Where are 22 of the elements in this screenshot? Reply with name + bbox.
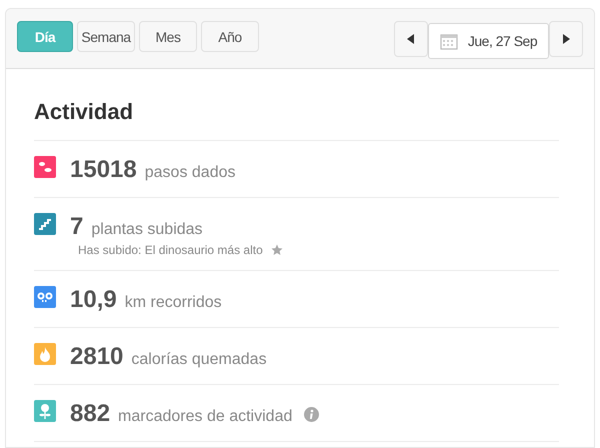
period-tab[interactable]: Semana <box>77 21 135 52</box>
stat-value: 7 <box>70 213 84 241</box>
period-tab[interactable]: Año <box>201 21 259 52</box>
stat-label: calorías quemadas <box>131 350 267 368</box>
achievement-text: Has subido: El dinosaurio más alto <box>78 243 263 257</box>
stat-value: 15018 <box>70 156 137 184</box>
stat-label: marcadores de actividad <box>118 408 292 426</box>
stat-value: 10,9 <box>70 286 117 314</box>
stat-label: pasos dados <box>144 164 236 182</box>
left-arrow-icon <box>407 34 415 44</box>
calendar-icon <box>440 32 458 50</box>
star-icon <box>270 244 283 256</box>
right-arrow-icon <box>562 34 570 44</box>
period-tab[interactable]: Mes <box>139 21 197 52</box>
stat-label: plantas subidas <box>91 220 203 238</box>
stat-value: 882 <box>70 400 110 428</box>
stat-value: 2810 <box>70 343 124 371</box>
next-button[interactable] <box>549 21 583 57</box>
previous-button[interactable] <box>394 21 428 57</box>
stat-label: km recorridos <box>124 294 222 312</box>
date-button[interactable]: Jue, 27 Sep <box>428 23 549 59</box>
section-title: Actividad <box>34 69 559 141</box>
